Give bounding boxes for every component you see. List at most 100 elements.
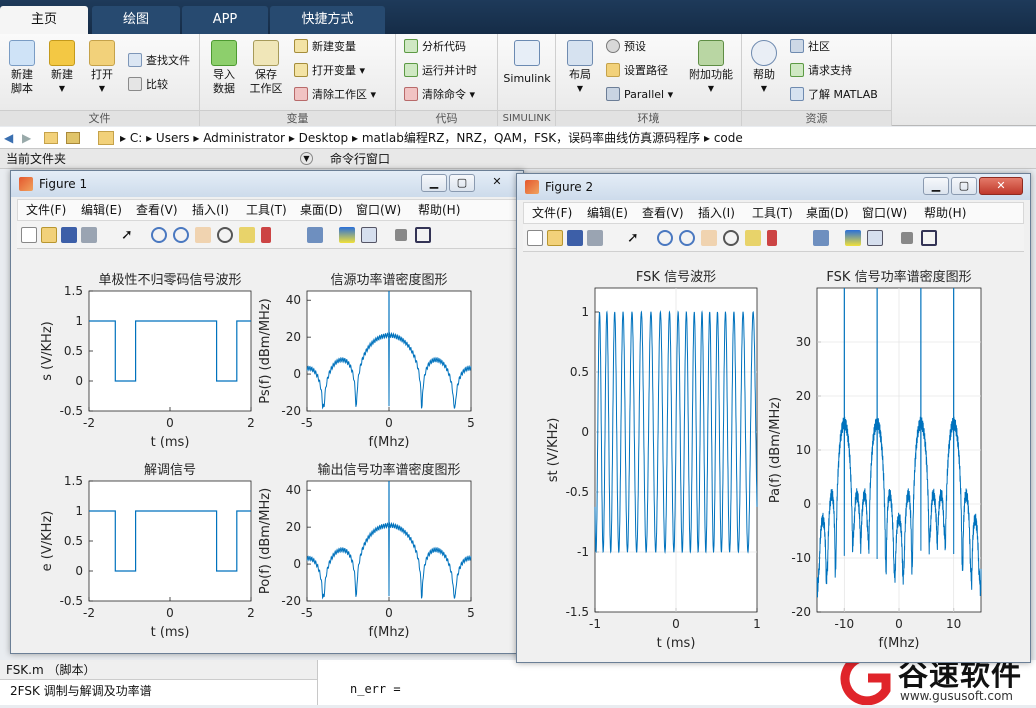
colorbar-icon[interactable] [339,227,355,243]
menu-help[interactable]: 帮助(H) [418,200,460,220]
plot-output-psd-title: 输出信号功率谱密度图形 [317,462,460,478]
clear-workspace-button[interactable]: 清除工作区 ▾ [294,86,376,104]
back-arrow-icon[interactable]: ◀ [4,127,13,149]
layout-button[interactable]: 布局 ▼ [562,40,598,96]
analyze-code-button[interactable]: 分析代码 [404,38,466,56]
crumb-c[interactable]: C: [130,131,142,145]
browse-folder-icon[interactable] [66,132,80,144]
up-folder-icon[interactable] [44,132,58,144]
community-button[interactable]: 社区 [790,38,830,56]
menu-tools[interactable]: 工具(T) [246,200,287,220]
plot-demod-xlabel: t (ms) [151,625,190,640]
crumb-administrator[interactable]: Administrator [203,131,285,145]
menu-insert[interactable]: 插入(I) [698,203,735,223]
link-plot-icon[interactable] [307,227,323,243]
data-cursor-icon[interactable] [745,230,761,246]
save-icon[interactable] [61,227,77,243]
open-button[interactable]: 打开 ▼ [84,40,120,96]
menu-tools[interactable]: 工具(T) [752,203,793,223]
open-file-icon[interactable] [547,230,563,246]
addons-button[interactable]: 附加功能 ▼ [686,40,736,96]
new-script-button[interactable]: 新建 脚本 [4,40,40,96]
new-figure-icon[interactable] [527,230,543,246]
maximize-button[interactable]: ▢ [449,174,475,192]
brush-icon[interactable] [261,227,271,243]
new-button[interactable]: 新建 ▼ [44,40,80,96]
legend-icon[interactable] [867,230,883,246]
address-bar[interactable]: ◀ ▶ ▸ C: ▸ Users ▸ Administrator ▸ Deskt… [0,127,1036,149]
preferences-button[interactable]: 预设 [606,38,646,56]
hide-plot-tools-icon[interactable] [395,229,407,241]
crumb-code[interactable]: code [714,131,743,145]
menu-window[interactable]: 窗口(W) [862,203,907,223]
forward-arrow-icon[interactable]: ▶ [22,127,31,149]
panel-options-icon[interactable]: ▼ [300,152,313,165]
clear-commands-button[interactable]: 清除命令 ▾ [404,86,475,104]
plot-output-psd-ylabel: Po(f) (dBm/MHz) [258,488,273,594]
parallel-button[interactable]: Parallel ▾ [606,86,673,104]
rotate-icon[interactable] [217,227,233,243]
maximize-button[interactable]: ▢ [951,177,977,195]
pan-icon[interactable] [195,227,211,243]
menu-file[interactable]: 文件(F) [26,200,66,220]
minimize-button[interactable]: ▁ [421,174,447,192]
simulink-button[interactable]: Simulink [502,40,552,86]
menu-desktop[interactable]: 桌面(D) [806,203,849,223]
figure-1-window[interactable]: Figure 1 ▁ ▢ ✕ 文件(F) 编辑(E) 查看(V) 插入(I) 工… [10,170,524,654]
close-button[interactable]: ✕ [477,174,517,192]
show-plot-tools-icon[interactable] [921,230,937,246]
crumb-project[interactable]: matlab编程RZ，NRZ，QAM，FSK，误码率曲线仿真源码程序 [362,131,700,145]
new-figure-icon[interactable] [21,227,37,243]
zoom-in-icon[interactable] [657,230,673,246]
menu-desktop[interactable]: 桌面(D) [300,200,343,220]
hide-plot-tools-icon[interactable] [901,232,913,244]
pointer-icon[interactable]: ➚ [627,230,643,246]
zoom-out-icon[interactable] [679,230,695,246]
compare-button[interactable]: 比较 [128,76,168,94]
new-variable-button[interactable]: 新建变量 [294,38,356,56]
tab-home[interactable]: 主页 [0,6,88,34]
minimize-button[interactable]: ▁ [923,177,949,195]
zoom-out-icon[interactable] [173,227,189,243]
tab-shortcuts[interactable]: 快捷方式 [270,6,385,34]
menu-edit[interactable]: 编辑(E) [81,200,122,220]
rotate-icon[interactable] [723,230,739,246]
show-plot-tools-icon[interactable] [415,227,431,243]
open-file-icon[interactable] [41,227,57,243]
brush-icon[interactable] [767,230,777,246]
pointer-icon[interactable]: ➚ [121,227,137,243]
colorbar-icon[interactable] [845,230,861,246]
menu-view[interactable]: 查看(V) [642,203,684,223]
data-cursor-icon[interactable] [239,227,255,243]
import-data-button[interactable]: 导入 数据 [206,40,242,96]
menu-insert[interactable]: 插入(I) [192,200,229,220]
figure-2-window[interactable]: Figure 2 ▁ ▢ ✕ 文件(F) 编辑(E) 查看(V) 插入(I) 工… [516,173,1031,663]
menu-edit[interactable]: 编辑(E) [587,203,628,223]
tab-apps[interactable]: APP [182,6,268,34]
find-files-button[interactable]: 查找文件 [128,52,190,70]
crumb-users[interactable]: Users [156,131,190,145]
open-variable-button[interactable]: 打开变量 ▾ [294,62,365,80]
save-icon[interactable] [567,230,583,246]
print-icon[interactable] [587,230,603,246]
save-workspace-button[interactable]: 保存 工作区 [244,40,288,96]
menu-file[interactable]: 文件(F) [532,203,572,223]
link-plot-icon[interactable] [813,230,829,246]
pan-icon[interactable] [701,230,717,246]
zoom-in-icon[interactable] [151,227,167,243]
set-path-button[interactable]: 设置路径 [606,62,668,80]
figure-2-titlebar[interactable]: Figure 2 ▁ ▢ ✕ [517,174,1030,200]
run-and-time-button[interactable]: 运行并计时 [404,62,477,80]
print-icon[interactable] [81,227,97,243]
legend-icon[interactable] [361,227,377,243]
menu-view[interactable]: 查看(V) [136,200,178,220]
help-button[interactable]: 帮助 ▼ [746,40,782,96]
close-button[interactable]: ✕ [979,177,1023,195]
request-support-button[interactable]: 请求支持 [790,62,852,80]
crumb-desktop[interactable]: Desktop [299,131,349,145]
tab-plots[interactable]: 绘图 [92,6,180,34]
menu-help[interactable]: 帮助(H) [924,203,966,223]
menu-window[interactable]: 窗口(W) [356,200,401,220]
learn-matlab-button[interactable]: 了解 MATLAB [790,86,878,104]
figure-1-titlebar[interactable]: Figure 1 ▁ ▢ ✕ [11,171,523,197]
